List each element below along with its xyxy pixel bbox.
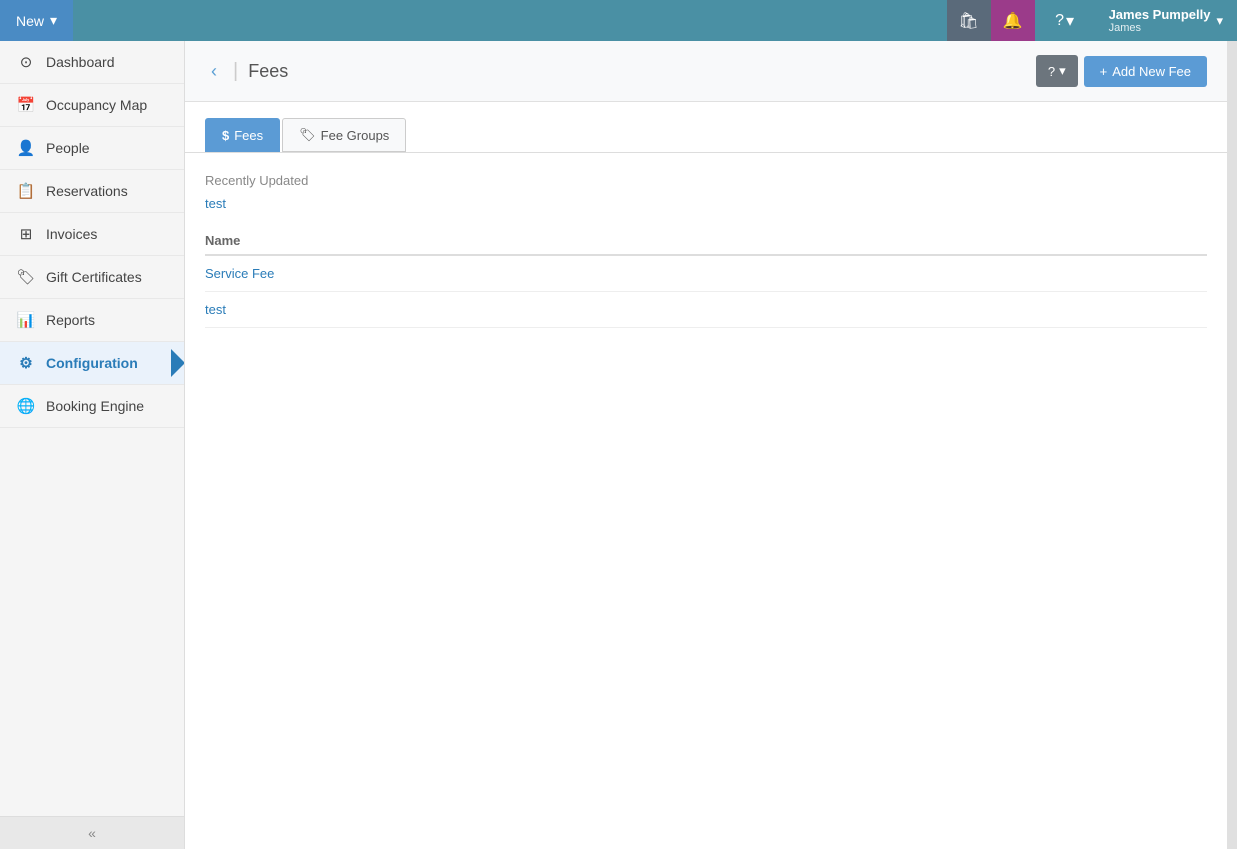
new-label: New [16, 13, 44, 29]
recently-updated-label: Recently Updated [205, 173, 1207, 188]
user-shortname: James [1109, 22, 1141, 34]
sidebar-label-dashboard: Dashboard [46, 54, 115, 70]
store-button[interactable]: 🛍 [947, 0, 991, 41]
occupancy-map-icon: 📅 [16, 96, 36, 114]
recently-updated-section: Recently Updated test [205, 173, 1207, 211]
page-header-left: ‹ | Fees [205, 59, 288, 84]
sidebar-label-configuration: Configuration [46, 355, 138, 371]
right-scrollbar[interactable] [1227, 41, 1237, 849]
fees-table: Name Service Fee test [205, 227, 1207, 328]
invoices-icon: ⊞ [16, 225, 36, 243]
content-area: ‹ | Fees ? ▾ + Add New Fee $ Fees [185, 41, 1227, 849]
sidebar-item-dashboard[interactable]: ⊙ Dashboard [0, 41, 184, 84]
bell-button[interactable]: 🔔 [991, 0, 1035, 41]
header-actions: ? ▾ + Add New Fee [1036, 55, 1207, 87]
sidebar-item-booking-engine[interactable]: 🌐 Booking Engine [0, 385, 184, 428]
top-nav-right: 🛍 🔔 ? ▾ James Pumpelly James ▾ [947, 0, 1237, 41]
table-row: Service Fee [205, 256, 1207, 292]
back-button[interactable]: ‹ [205, 59, 223, 84]
page-title: Fees [248, 61, 288, 82]
reports-icon: 📊 [16, 311, 36, 329]
dashboard-icon: ⊙ [16, 53, 36, 71]
sidebar-collapse-button[interactable]: « [0, 816, 184, 849]
sidebar: ⊙ Dashboard 📅 Occupancy Map 👤 People 📋 R… [0, 41, 185, 849]
store-icon: 🛍 [958, 11, 978, 31]
user-fullname: James Pumpelly [1109, 7, 1211, 22]
fee-name-service-fee[interactable]: Service Fee [205, 266, 274, 281]
people-icon: 👤 [16, 139, 36, 157]
user-name-block: James Pumpelly James [1109, 7, 1211, 34]
top-nav-left: New ▾ [0, 0, 73, 41]
sidebar-item-people[interactable]: 👤 People [0, 127, 184, 170]
content-body: Recently Updated test Name Service Fee t… [185, 153, 1227, 348]
help-label: ? [1048, 64, 1055, 79]
new-dropdown-icon: ▾ [50, 12, 57, 29]
table-header-name: Name [205, 227, 1207, 256]
sidebar-item-invoices[interactable]: ⊞ Invoices [0, 213, 184, 256]
fees-tab-icon: $ [222, 128, 229, 143]
recent-link[interactable]: test [205, 196, 1207, 211]
new-button[interactable]: New ▾ [0, 0, 73, 41]
fee-groups-tab-label: Fee Groups [321, 128, 390, 143]
sidebar-label-booking-engine: Booking Engine [46, 398, 144, 414]
page-header: ‹ | Fees ? ▾ + Add New Fee [185, 41, 1227, 102]
user-dropdown-icon: ▾ [1216, 13, 1223, 29]
top-nav: New ▾ 🛍 🔔 ? ▾ James Pumpelly James ▾ [0, 0, 1237, 41]
tabs-bar: $ Fees 🏷 Fee Groups [185, 102, 1227, 152]
sidebar-item-occupancy-map[interactable]: 📅 Occupancy Map [0, 84, 184, 127]
help-dropdown-icon: ▾ [1059, 63, 1066, 79]
help-button[interactable]: ? ▾ [1036, 55, 1078, 87]
user-menu-button[interactable]: James Pumpelly James ▾ [1095, 0, 1237, 41]
sidebar-label-gift-certificates: Gift Certificates [46, 269, 142, 285]
bell-icon: 🔔 [1003, 11, 1023, 31]
separator-line: | [233, 60, 238, 83]
help-nav-dropdown-icon: ▾ [1066, 11, 1074, 31]
sidebar-label-reports: Reports [46, 312, 95, 328]
help-nav-label: ? [1055, 12, 1064, 30]
sidebar-item-configuration[interactable]: ⚙ Configuration [0, 342, 184, 385]
table-row: test [205, 292, 1207, 328]
fees-tab-label: Fees [234, 128, 263, 143]
sidebar-label-occupancy-map: Occupancy Map [46, 97, 147, 113]
add-new-label: Add New Fee [1112, 64, 1191, 79]
add-icon: + [1100, 64, 1108, 79]
reservations-icon: 📋 [16, 182, 36, 200]
gift-certificates-icon: 🏷 [16, 268, 36, 286]
active-indicator [171, 349, 185, 377]
sidebar-item-reservations[interactable]: 📋 Reservations [0, 170, 184, 213]
configuration-icon: ⚙ [16, 354, 36, 372]
sidebar-label-invoices: Invoices [46, 226, 97, 242]
fee-groups-tab-icon: 🏷 [299, 127, 316, 143]
tab-fee-groups[interactable]: 🏷 Fee Groups [282, 118, 406, 152]
fee-name-test[interactable]: test [205, 302, 226, 317]
main-body: ⊙ Dashboard 📅 Occupancy Map 👤 People 📋 R… [0, 41, 1237, 849]
collapse-icon: « [88, 825, 96, 841]
back-icon: ‹ [211, 61, 217, 81]
booking-engine-icon: 🌐 [16, 397, 36, 415]
tab-fees[interactable]: $ Fees [205, 118, 280, 152]
sidebar-item-reports[interactable]: 📊 Reports [0, 299, 184, 342]
sidebar-item-gift-certificates[interactable]: 🏷 Gift Certificates [0, 256, 184, 299]
help-nav-button[interactable]: ? ▾ [1035, 0, 1095, 41]
sidebar-label-reservations: Reservations [46, 183, 128, 199]
sidebar-label-people: People [46, 140, 90, 156]
add-new-fee-button[interactable]: + Add New Fee [1084, 56, 1207, 87]
